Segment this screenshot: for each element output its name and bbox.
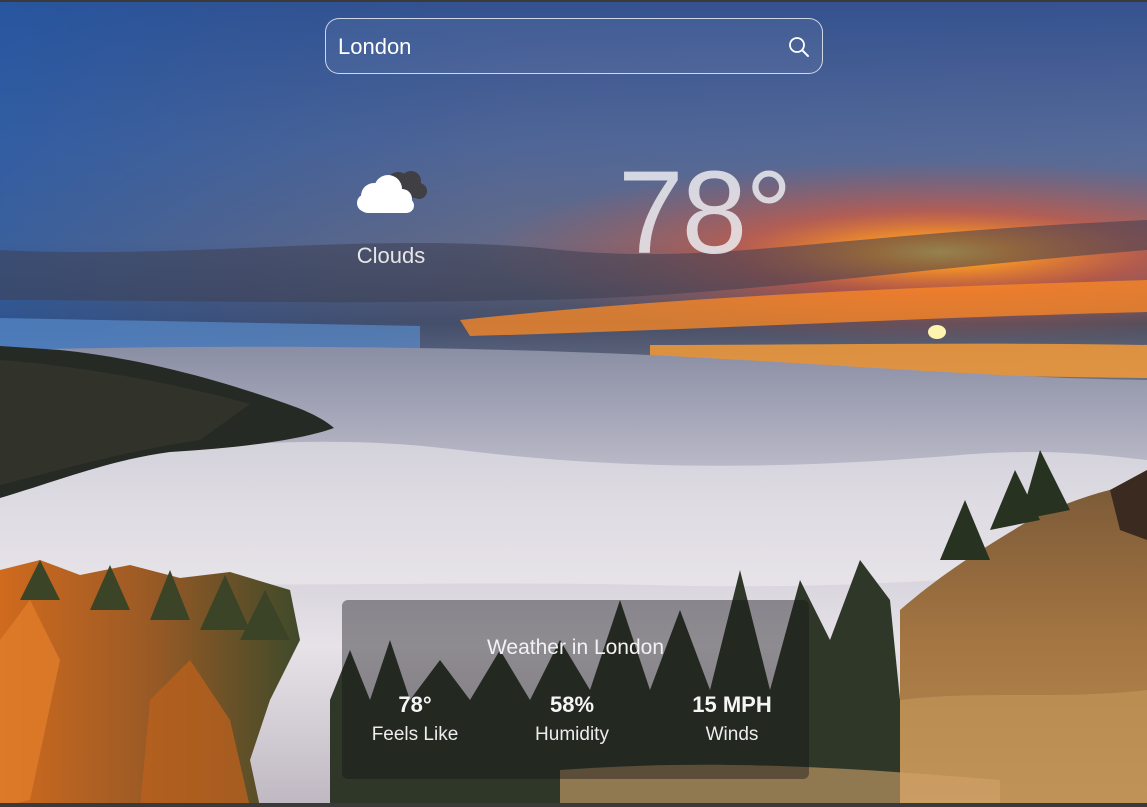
current-temperature: 78° <box>618 147 792 279</box>
search-icon[interactable] <box>788 36 810 58</box>
panel-title: Weather in London <box>486 636 665 659</box>
feels-like-label: Feels Like <box>371 724 459 745</box>
feels-like-stat: 78° Feels Like <box>345 690 485 750</box>
wind-label: Winds <box>705 724 759 745</box>
weather-app: Clouds 78° Weather in London 78° Feels L… <box>0 0 1147 807</box>
humidity-stat: 58% Humidity <box>502 690 642 750</box>
window-top-edge <box>0 0 1147 2</box>
window-bottom-edge <box>0 803 1147 807</box>
wind-value: 15 MPH <box>692 692 772 717</box>
cloud-icon <box>357 171 427 213</box>
weather-details-panel: Weather in London 78° Feels Like 58% Hum… <box>342 600 809 779</box>
feels-like-value: 78° <box>398 692 432 717</box>
humidity-value: 58% <box>549 692 595 717</box>
search-box[interactable] <box>325 18 823 74</box>
humidity-label: Humidity <box>535 724 609 745</box>
condition-label: Clouds <box>356 243 426 268</box>
search-input[interactable] <box>338 28 768 66</box>
wind-stat: 15 MPH Winds <box>662 690 802 750</box>
